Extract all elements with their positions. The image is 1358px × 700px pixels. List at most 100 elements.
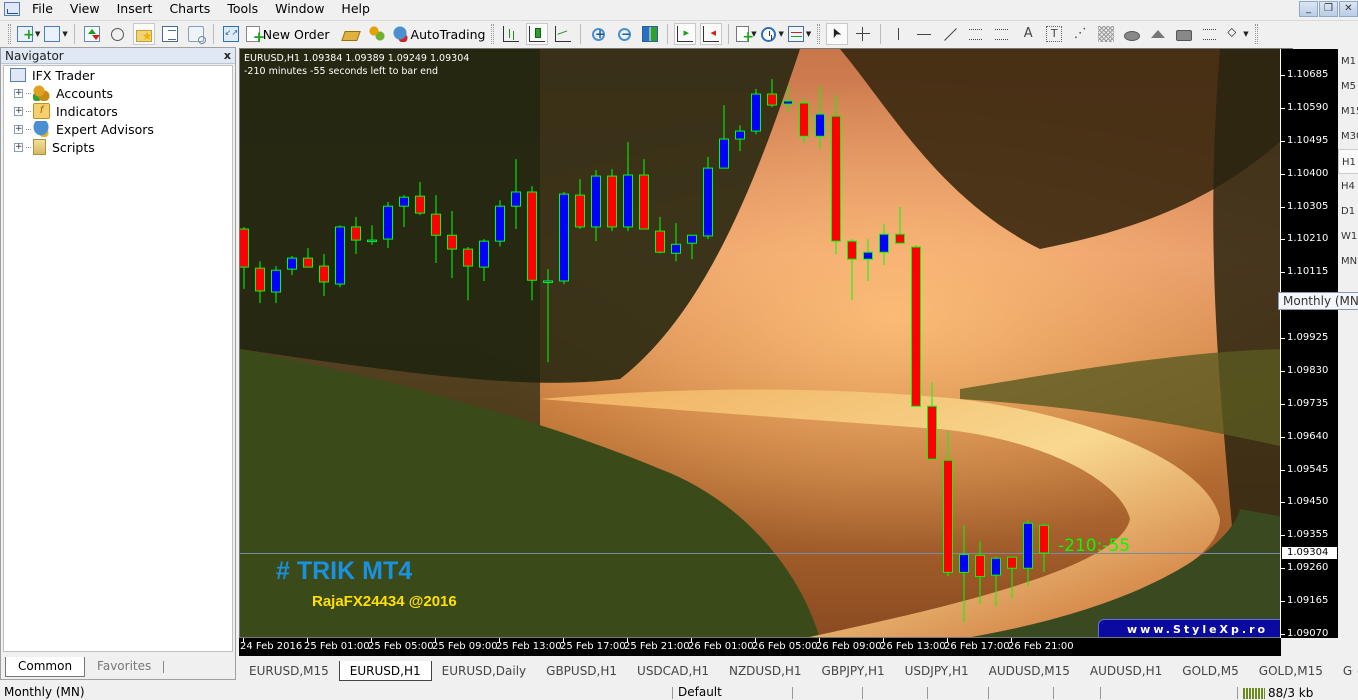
market-watch-button[interactable] — [81, 23, 103, 45]
menu-view[interactable]: View — [64, 0, 111, 18]
chart-tab[interactable]: AUDUSD,M15 — [979, 661, 1080, 681]
chart-shift-button[interactable] — [674, 23, 697, 45]
chart-tab[interactable]: AUDUSD,H1 — [1080, 661, 1172, 681]
zoom-out-button[interactable] — [613, 23, 635, 45]
new-chart-button[interactable]: ▼ — [17, 23, 40, 45]
profiles-button[interactable]: ▼ — [44, 23, 68, 45]
timeframe-d1[interactable]: D1 — [1338, 199, 1358, 224]
text-button[interactable]: A — [1017, 23, 1039, 45]
bull-candle-body — [367, 239, 377, 243]
accounts-button[interactable] — [366, 23, 388, 45]
tree-item-indicators[interactable]: + f Indicators — [4, 102, 232, 120]
rectangle-button[interactable] — [1173, 23, 1195, 45]
chart-tab[interactable]: EURUSD,Daily — [432, 661, 537, 681]
menu-charts[interactable]: Charts — [163, 0, 221, 18]
expand-icon[interactable]: + — [14, 142, 23, 152]
chart-window[interactable]: EURUSD,H1 1.09384 1.09389 1.09249 1.0930… — [239, 48, 1293, 638]
text-label-button[interactable]: T — [1043, 23, 1065, 45]
time-axis[interactable]: 24 Feb 2016 25 Feb 01:00 25 Feb 05:00 25 Fe… — [239, 638, 1281, 656]
expand-icon[interactable]: + — [14, 88, 23, 98]
timeframe-w1[interactable]: W1 — [1338, 224, 1358, 249]
expand-icon[interactable]: + — [14, 124, 23, 134]
tree-item-scripts[interactable]: + Scripts — [4, 138, 232, 156]
new-order-button[interactable]: New Order — [245, 23, 330, 45]
gann-grid-button[interactable] — [1095, 23, 1117, 45]
chart-tab[interactable]: EURUSD,H1 — [338, 661, 432, 681]
clock-icon — [761, 26, 777, 42]
chart-tab[interactable]: GOLD — [1333, 661, 1353, 681]
data-window-button[interactable] — [107, 23, 129, 45]
bull-candle-body — [783, 100, 793, 105]
fibonacci-retracement-button[interactable] — [991, 23, 1013, 45]
zoom-in-button[interactable] — [587, 23, 609, 45]
chart-tab[interactable]: USDCAD,H1 — [627, 661, 719, 681]
close-icon[interactable]: x — [224, 49, 231, 62]
timeframe-mn[interactable]: MN — [1338, 249, 1358, 274]
chart-tab[interactable]: NZDUSD,H1 — [719, 661, 812, 681]
chart-tab[interactable]: GBPJPY,H1 — [812, 661, 895, 681]
tree-item-accounts[interactable]: + Accounts — [4, 84, 232, 102]
restore-button[interactable]: ❐ — [1319, 1, 1338, 17]
chart-tab[interactable]: USDJPY,H1 — [895, 661, 979, 681]
timeframe-m5[interactable]: M5 — [1338, 74, 1358, 99]
tab-favorites[interactable]: Favorites — [85, 657, 163, 677]
menu-insert[interactable]: Insert — [111, 0, 164, 18]
timeframe-m1[interactable]: M1 — [1338, 49, 1358, 74]
timeframe-m15[interactable]: M15 — [1338, 99, 1358, 124]
toolbar-grip[interactable] — [1254, 24, 1258, 44]
timeframe-m30[interactable]: M30 — [1338, 124, 1358, 149]
chart-tab[interactable]: GOLD,M5 — [1172, 661, 1248, 681]
autotrading-button[interactable]: AutoTrading — [391, 23, 485, 45]
toolbar-grip[interactable] — [491, 24, 495, 44]
equidistant-channel-button[interactable] — [965, 23, 987, 45]
menu-help[interactable]: Help — [335, 0, 381, 18]
full-screen-button[interactable] — [220, 23, 242, 45]
time-tick-label: 26 Feb 05:00 — [752, 641, 818, 652]
bear-candle-body — [767, 93, 777, 106]
terminal-button[interactable] — [159, 23, 181, 45]
navigator-button[interactable] — [132, 23, 155, 45]
candle — [591, 170, 601, 242]
chart-tab[interactable]: EURUSD,M15 — [239, 661, 339, 681]
timeframe-h1[interactable]: H1 — [1338, 149, 1358, 174]
terminal-icon — [10, 68, 26, 82]
trendline-button[interactable] — [939, 23, 961, 45]
fibonacci-fan-button[interactable]: ⋰ — [1069, 23, 1091, 45]
strategy-tester-button[interactable] — [185, 23, 207, 45]
periods-button[interactable]: ▼ — [761, 23, 784, 45]
candlesticks-button[interactable] — [526, 23, 549, 45]
menu-tools[interactable]: Tools — [221, 0, 269, 18]
menu-window[interactable]: Window — [269, 0, 335, 18]
expand-icon[interactable]: + — [14, 106, 23, 116]
ellipse-button[interactable] — [1121, 23, 1143, 45]
timeframe-h4[interactable]: H4 — [1338, 174, 1358, 199]
vertical-line-button[interactable] — [887, 23, 909, 45]
price-axis[interactable]: 1.10685 1.10590 1.10495 1.10400 1.10305 1.102… — [1280, 49, 1338, 639]
bar-chart-button[interactable] — [500, 23, 522, 45]
templates-button[interactable]: ▼ — [787, 23, 811, 45]
tree-item-expert-advisors[interactable]: + Expert Advisors — [4, 120, 232, 138]
bear-candle-body — [527, 191, 537, 281]
crosshair-button[interactable] — [852, 23, 874, 45]
auto-scroll-button[interactable] — [700, 23, 723, 45]
tab-common[interactable]: Common — [5, 657, 86, 677]
andrews-pitchfork-button[interactable] — [1199, 23, 1221, 45]
line-chart-button[interactable] — [552, 23, 574, 45]
price-tick — [1281, 107, 1285, 109]
triangle-button[interactable] — [1147, 23, 1169, 45]
close-window-button[interactable]: ✕ — [1339, 1, 1358, 17]
chart-tab[interactable]: GOLD,M15 — [1249, 661, 1333, 681]
indicators-button[interactable]: ▼ — [735, 23, 757, 45]
horizontal-line-button[interactable] — [913, 23, 935, 45]
toolbar-grip[interactable] — [817, 24, 821, 44]
metaeditor-button[interactable] — [340, 23, 362, 45]
price-tick-label: 1.09165 — [1287, 595, 1329, 607]
tile-windows-button[interactable] — [639, 23, 661, 45]
chart-tab[interactable]: GBPUSD,H1 — [536, 661, 627, 681]
tree-root[interactable]: IFX Trader — [4, 66, 232, 84]
menu-file[interactable]: File — [26, 0, 64, 18]
minimize-button[interactable]: _ — [1299, 1, 1318, 17]
arrows-button[interactable]: ▼ — [1225, 23, 1248, 45]
toolbar-grip[interactable] — [8, 24, 11, 44]
cursor-button[interactable] — [826, 23, 849, 45]
